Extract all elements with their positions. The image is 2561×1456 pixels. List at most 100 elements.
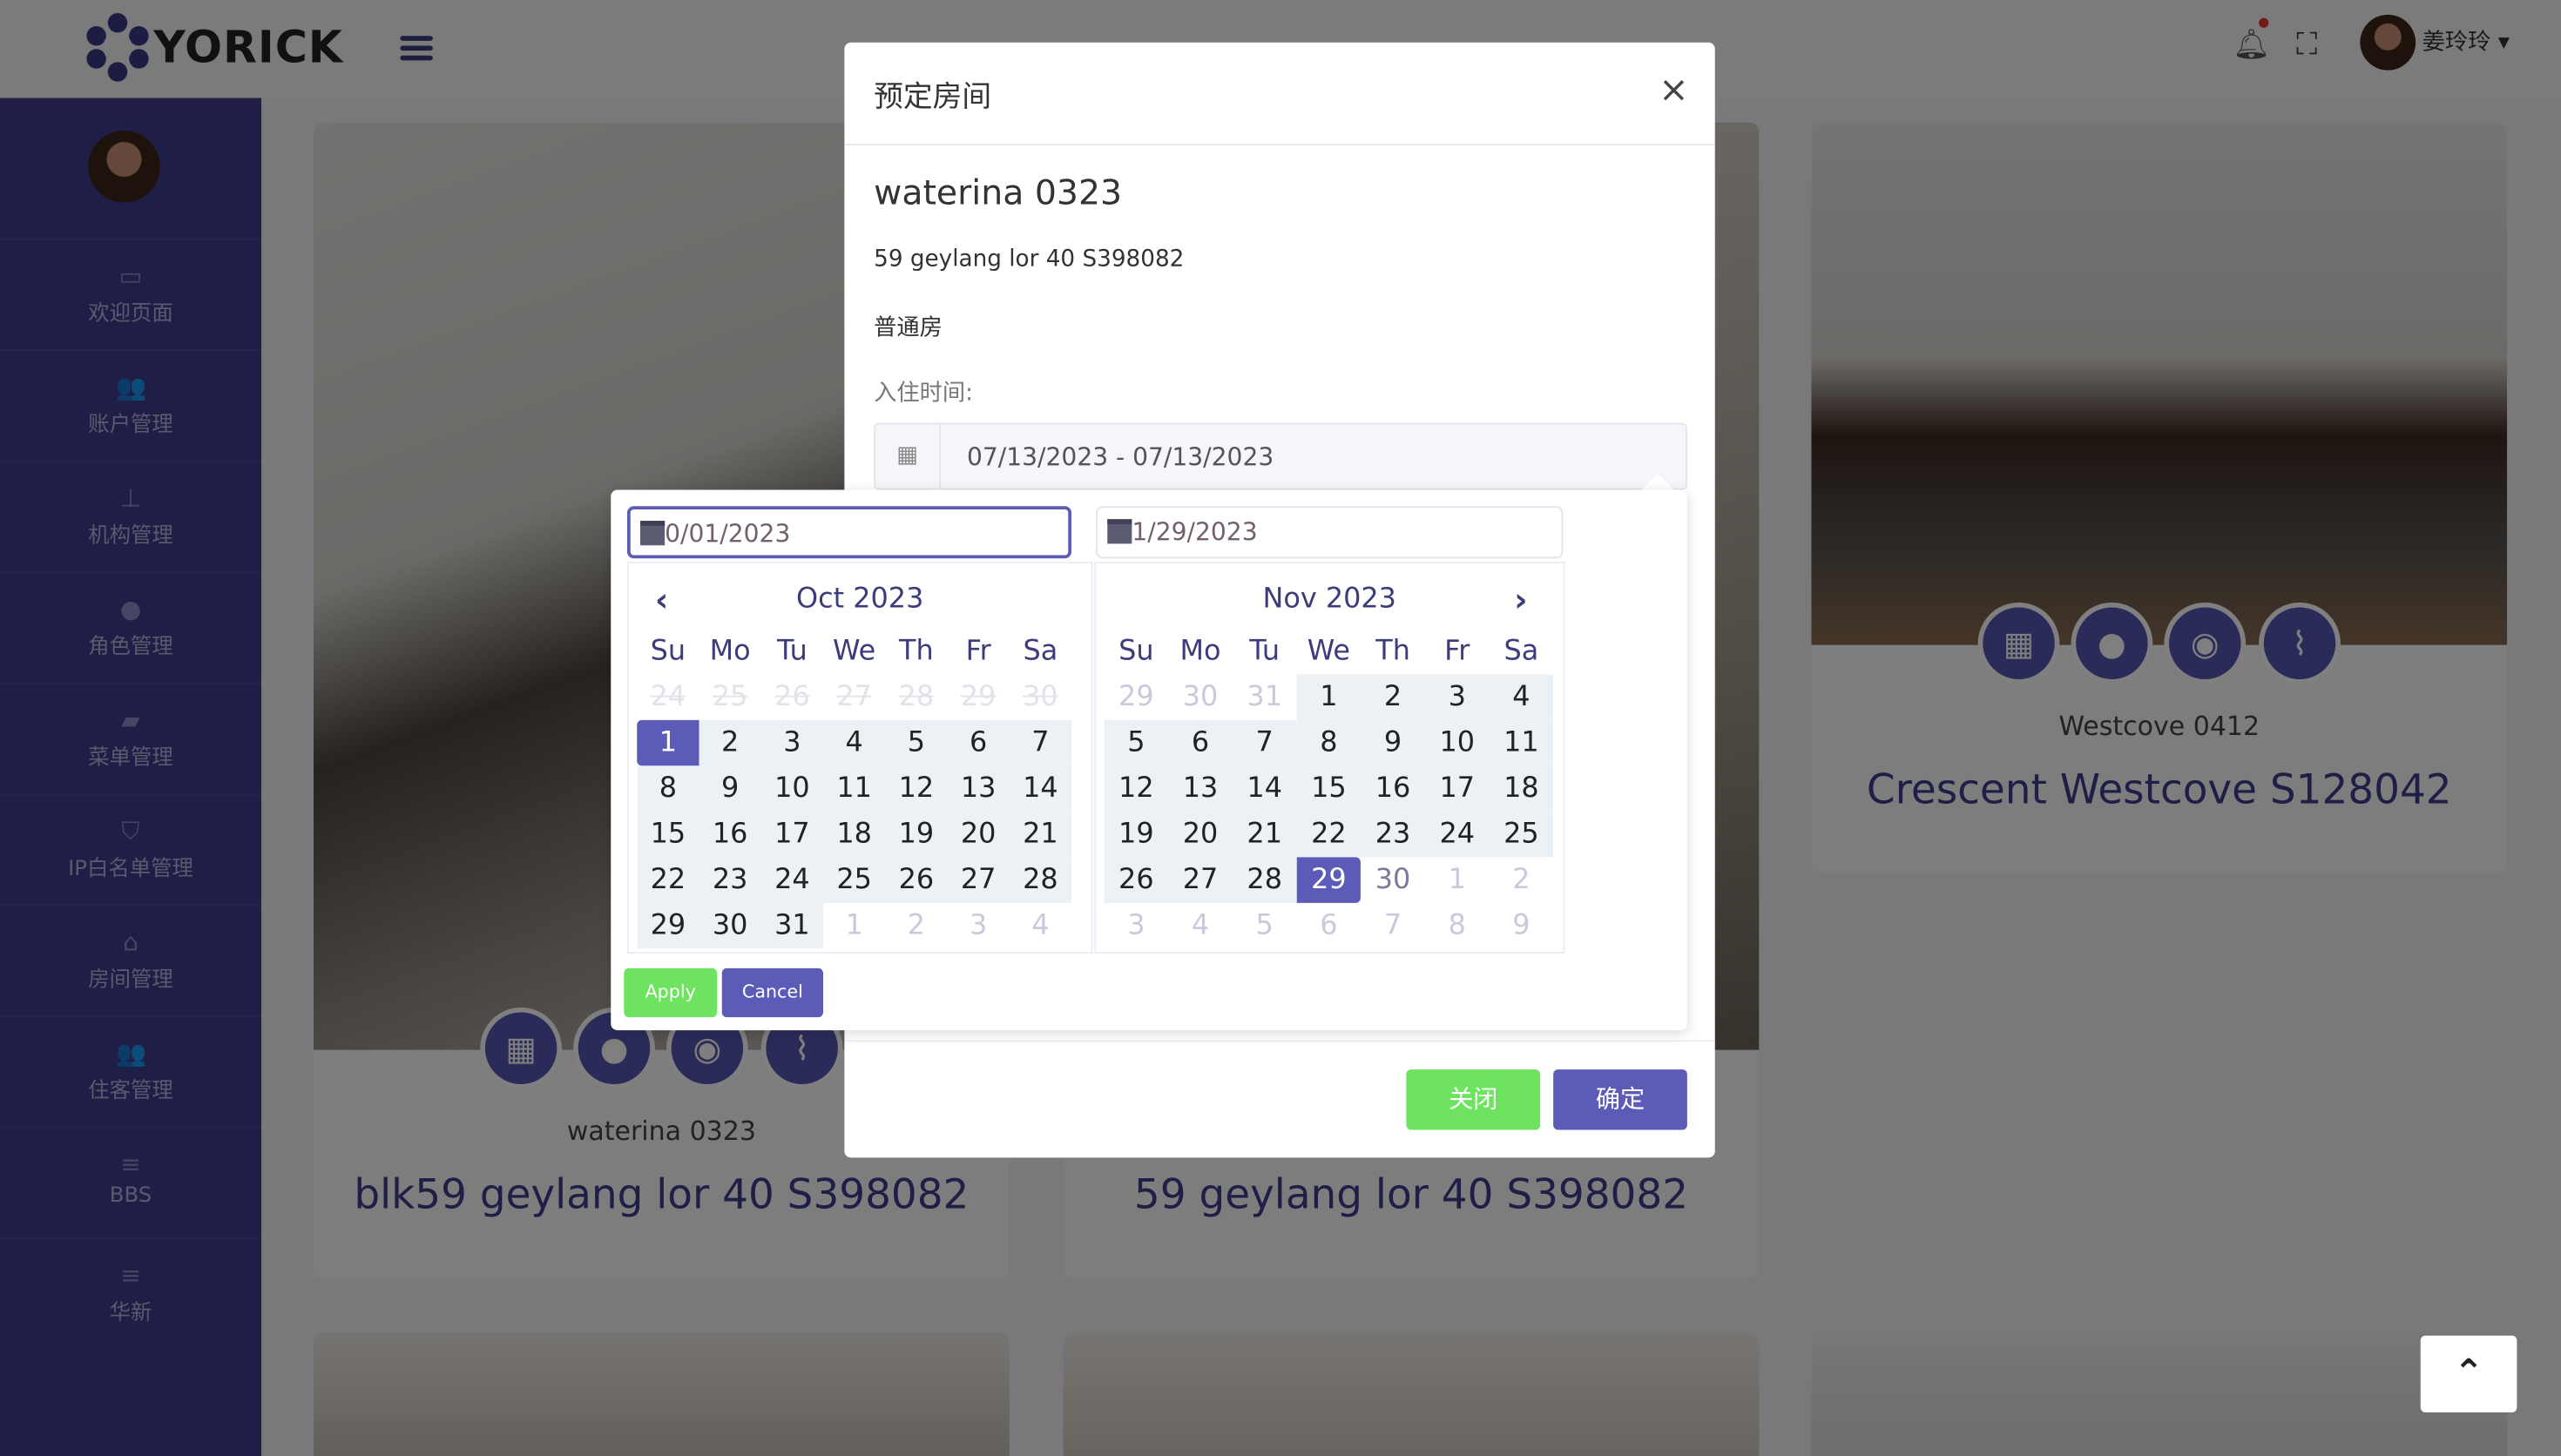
calendar-day[interactable]: 17: [760, 811, 823, 858]
calendar-day[interactable]: 2: [1490, 857, 1554, 903]
room-name: waterina 0323: [874, 172, 1123, 212]
calendar-day[interactable]: 1: [1425, 857, 1490, 903]
calendar-day[interactable]: 27: [1168, 857, 1233, 903]
calendar-day[interactable]: 7: [1009, 719, 1071, 766]
calendar-day[interactable]: 6: [1297, 903, 1362, 949]
calendar-day[interactable]: 20: [947, 811, 1010, 858]
calendar-day[interactable]: 8: [1425, 903, 1490, 949]
calendar-day[interactable]: 3: [948, 903, 1010, 949]
calendar-day[interactable]: 9: [699, 765, 761, 812]
weekday-label: Mo: [709, 635, 751, 668]
calendar-day[interactable]: 12: [885, 765, 948, 812]
calendar-day[interactable]: 2: [885, 903, 947, 949]
calendar-day[interactable]: 21: [1009, 811, 1071, 858]
close-button[interactable]: 关闭: [1406, 1069, 1541, 1130]
end-date-input[interactable]: 1/29/2023: [1096, 506, 1564, 559]
calendar-day[interactable]: 6: [1168, 719, 1233, 766]
calendar-day[interactable]: 5: [1104, 719, 1169, 766]
calendar-day[interactable]: 15: [637, 811, 699, 858]
calendar-day[interactable]: 8: [637, 765, 699, 812]
month-title: Oct 2023: [796, 583, 924, 616]
calendar-day[interactable]: 12: [1104, 765, 1169, 812]
calendar-day[interactable]: 28: [1232, 857, 1297, 903]
calendar-day[interactable]: 30: [1168, 674, 1233, 720]
calendar-day[interactable]: 16: [699, 811, 761, 858]
calendar-day[interactable]: 6: [947, 719, 1010, 766]
confirm-button[interactable]: 确定: [1553, 1069, 1687, 1130]
calendar-day[interactable]: 13: [947, 765, 1010, 812]
calendar-day[interactable]: 7: [1232, 719, 1297, 766]
calendar-day[interactable]: 26: [1104, 857, 1169, 903]
calendar-day[interactable]: 8: [1296, 719, 1362, 766]
calendar-day[interactable]: 16: [1361, 765, 1425, 812]
calendar-day[interactable]: 14: [1009, 765, 1071, 812]
calendar-day[interactable]: 27: [947, 857, 1010, 903]
scroll-to-top-button[interactable]: ⌃: [2420, 1335, 2517, 1412]
calendar-day[interactable]: 19: [885, 811, 948, 858]
weekday-label: Mo: [1179, 635, 1221, 668]
weekday-label: Th: [1375, 635, 1410, 668]
calendar-day[interactable]: 5: [885, 719, 948, 766]
calendar-day[interactable]: 19: [1104, 811, 1169, 858]
calendar-day[interactable]: 13: [1168, 765, 1233, 812]
calendar-day[interactable]: 15: [1296, 765, 1362, 812]
calendar-day[interactable]: 29: [637, 902, 699, 949]
weekday-label: Fr: [1444, 635, 1470, 668]
calendar-day[interactable]: 1: [637, 719, 699, 766]
calendar-day[interactable]: 21: [1232, 811, 1297, 858]
calendar-day[interactable]: 18: [1489, 765, 1554, 812]
date-range-value: 07/13/2023 - 07/13/2023: [967, 442, 1274, 472]
calendar-day[interactable]: 18: [823, 811, 886, 858]
cancel-button[interactable]: Cancel: [721, 967, 823, 1018]
close-icon[interactable]: ×: [1659, 71, 1689, 111]
calendar-day[interactable]: 23: [699, 857, 761, 903]
calendar-day[interactable]: 22: [637, 857, 699, 903]
modal-footer: [844, 1040, 1715, 1042]
calendar-day[interactable]: 3: [1105, 903, 1169, 949]
apply-button[interactable]: Apply: [624, 967, 718, 1018]
modal-header: 预定房间 ×: [844, 43, 1715, 145]
calendar-grid: Su Mo Tu We Th Fr Sa 29 30 31 1 2 3 4 5 6 7 8 9 10 11 12 13 14 1…: [1104, 629, 1554, 949]
start-date-input[interactable]: 0/01/2023: [627, 506, 1071, 559]
calendar-day[interactable]: 31: [760, 902, 823, 949]
calendar-day[interactable]: 30: [1361, 857, 1425, 903]
calendar-day[interactable]: 2: [699, 719, 761, 766]
calendar-day[interactable]: 4: [1489, 674, 1554, 720]
calendar-day[interactable]: 26: [885, 857, 948, 903]
calendar-day[interactable]: 17: [1424, 765, 1490, 812]
calendar-day[interactable]: 28: [1009, 857, 1071, 903]
calendar-day[interactable]: 1: [1296, 674, 1362, 720]
calendar-day[interactable]: 11: [823, 765, 886, 812]
calendar-day[interactable]: 2: [1361, 674, 1425, 720]
date-range-input[interactable]: ▦ 07/13/2023 - 07/13/2023: [874, 422, 1687, 490]
modal-title: 预定房间: [874, 79, 992, 115]
calendar-day[interactable]: 20: [1168, 811, 1233, 858]
calendar-day[interactable]: 4: [823, 719, 886, 766]
calendar-day[interactable]: 1: [823, 903, 885, 949]
calendar-day[interactable]: 11: [1489, 719, 1554, 766]
calendar-day[interactable]: 3: [1424, 674, 1490, 720]
calendar-day[interactable]: 24: [760, 857, 823, 903]
calendar-day[interactable]: 10: [1424, 719, 1490, 766]
calendar-day[interactable]: 29: [1296, 857, 1362, 903]
calendar-day[interactable]: 24: [1424, 811, 1490, 858]
calendar-day[interactable]: 23: [1361, 811, 1425, 858]
calendar-day[interactable]: 3: [760, 719, 823, 766]
calendar-day[interactable]: 7: [1361, 903, 1425, 949]
calendar-day[interactable]: 29: [1105, 674, 1169, 720]
weekday-label: We: [1307, 635, 1351, 668]
calendar-day[interactable]: 9: [1361, 719, 1425, 766]
calendar-day[interactable]: 25: [1489, 811, 1554, 858]
calendar-day[interactable]: 9: [1490, 903, 1554, 949]
calendar-day[interactable]: 10: [760, 765, 823, 812]
calendar-day[interactable]: 31: [1233, 674, 1297, 720]
calendar-day[interactable]: 5: [1233, 903, 1297, 949]
calendar-day[interactable]: 25: [823, 857, 886, 903]
calendar-day[interactable]: 4: [1010, 903, 1071, 949]
date-range-picker: 0/01/2023 1/29/2023 ‹ Oct 2023 Su Mo Tu We T…: [611, 489, 1687, 1031]
calendar-day[interactable]: 14: [1232, 765, 1297, 812]
calendar-day[interactable]: 22: [1296, 811, 1362, 858]
calendar-day[interactable]: 4: [1168, 903, 1233, 949]
calendar-day[interactable]: 30: [699, 902, 761, 949]
weekday-label: Th: [899, 635, 934, 668]
